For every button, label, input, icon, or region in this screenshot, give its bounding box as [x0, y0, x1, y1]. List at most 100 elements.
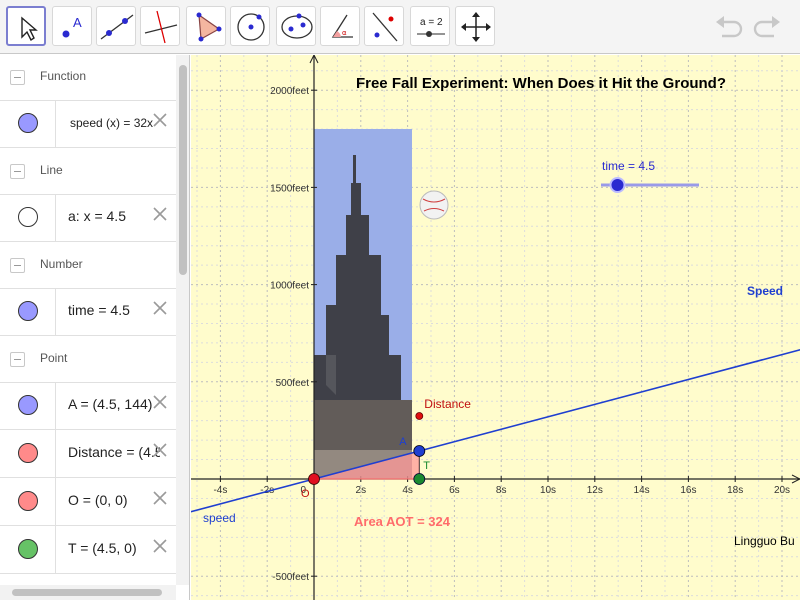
algebra-item-speed[interactable]: speed (x) = 32x [0, 100, 176, 148]
algebra-expression[interactable]: time = 4.5 [68, 302, 160, 318]
algebra-horizontal-scrollbar[interactable] [0, 585, 176, 600]
visibility-toggle-icon[interactable] [18, 113, 38, 133]
delete-icon[interactable] [152, 442, 168, 458]
delete-icon[interactable] [152, 206, 168, 222]
ellipse-icon [281, 13, 313, 39]
algebra-view: Function speed (x) = 32x Line a: x = 4.5… [0, 55, 190, 600]
undo-icon [716, 16, 743, 38]
collapse-function-icon[interactable] [10, 70, 25, 85]
x-tick-label: 2s [356, 485, 367, 496]
algebra-expression[interactable]: A = (4.5, 144) [68, 396, 160, 412]
point-icon: A [62, 15, 82, 38]
scrollbar-thumb[interactable] [179, 65, 187, 275]
visibility-toggle-icon[interactable] [18, 395, 38, 415]
area-label: Area AOT = 324 [354, 514, 451, 529]
algebra-expression[interactable]: Distance = (4.5, 324) [68, 444, 160, 460]
collapse-point-icon[interactable] [10, 352, 25, 367]
scrollbar-thumb[interactable] [12, 589, 162, 596]
collapse-line-icon[interactable] [10, 164, 25, 179]
category-function: Function [0, 55, 176, 101]
category-label: Line [40, 163, 63, 177]
algebra-item-point-o[interactable]: O = (0, 0) [0, 478, 176, 526]
polygon-tool-button[interactable] [186, 6, 226, 46]
undo-button[interactable] [714, 12, 744, 42]
visibility-toggle-icon[interactable] [18, 539, 38, 559]
category-label: Number [40, 257, 83, 271]
reflect-tool-button[interactable] [364, 6, 404, 46]
delete-icon[interactable] [152, 300, 168, 316]
x-tick-label: 6s [449, 485, 460, 496]
perpendicular-line-icon [144, 10, 178, 44]
line-tool-button[interactable] [96, 6, 136, 46]
slider-handle[interactable] [609, 177, 626, 193]
graphics-view[interactable]: -4s -2s 2s 4s 6s 8s 10s 12s 14s 16s 18s 20s -500feet… [191, 55, 800, 600]
redo-button[interactable] [752, 12, 782, 42]
x-tick-label: 12s [587, 485, 603, 496]
point-tool-label: A [73, 15, 82, 30]
author-label: Lingguo Bu [734, 534, 795, 548]
time-slider[interactable]: time = 4.5 [601, 159, 699, 193]
algebra-item-time[interactable]: time = 4.5 [0, 288, 176, 336]
x-tick-label: 20s [774, 485, 790, 496]
perpendicular-line-tool-button[interactable] [140, 6, 180, 46]
point-a[interactable] [413, 445, 426, 457]
category-label: Point [40, 351, 68, 365]
y-tick-label: 1500feet [270, 183, 309, 194]
point-a-label: A [399, 436, 407, 448]
x-tick-label: 16s [680, 485, 696, 496]
slider-tool-button[interactable]: a = 2 [410, 6, 450, 46]
algebra-expression[interactable]: O = (0, 0) [68, 492, 160, 508]
polygon-icon [196, 12, 222, 42]
circle-tool-button[interactable] [230, 6, 270, 46]
delete-icon[interactable] [152, 490, 168, 506]
algebra-expression[interactable]: T = (4.5, 0) [68, 540, 160, 556]
visibility-toggle-icon[interactable] [18, 301, 38, 321]
category-label: Function [40, 69, 87, 83]
move-tool-button[interactable] [6, 6, 46, 46]
y-tick-label: -500feet [272, 572, 309, 583]
graphics-canvas[interactable]: -4s -2s 2s 4s 6s 8s 10s 12s 14s 16s 18s 20s-500feet… [191, 55, 800, 600]
algebra-item-point-t[interactable]: T = (4.5, 0) [0, 526, 176, 574]
x-tick-label: 8s [496, 485, 507, 496]
baseball-icon [419, 190, 449, 220]
speed-line[interactable] [191, 292, 800, 516]
collapse-number-icon[interactable] [10, 258, 25, 273]
toolbar: A α a = 2 [0, 0, 800, 54]
graph-title: Free Fall Experiment: When Does it Hit t… [356, 75, 726, 92]
labels-layer: Free Fall Experiment: When Does it Hit t… [203, 75, 795, 548]
distance-label: Distance [424, 397, 471, 411]
algebra-item-distance[interactable]: Distance = (4.5, 324) [0, 430, 176, 478]
reflect-about-line-icon [372, 12, 398, 42]
ellipse-tool-button[interactable] [276, 6, 316, 46]
visibility-toggle-icon[interactable] [18, 491, 38, 511]
algebra-vertical-scrollbar[interactable] [176, 55, 189, 585]
move-arrows-icon [461, 12, 491, 42]
delete-icon[interactable] [152, 394, 168, 410]
point-o[interactable] [308, 473, 320, 485]
x-tick-label: 18s [727, 485, 743, 496]
move-graphics-view-button[interactable] [455, 6, 495, 46]
svg-text:α: α [342, 29, 347, 37]
visibility-toggle-icon[interactable] [18, 443, 38, 463]
algebra-expression[interactable]: a: x = 4.5 [68, 208, 160, 224]
algebra-expression[interactable]: speed (x) = 32x [70, 116, 162, 130]
delete-icon[interactable] [152, 112, 168, 128]
category-line: Line [0, 149, 176, 195]
cursor-arrow-icon [21, 16, 38, 42]
algebra-item-point-a[interactable]: A = (4.5, 144) [0, 382, 176, 430]
angle-tool-button[interactable]: α [320, 6, 360, 46]
point-t[interactable] [413, 473, 426, 485]
category-number: Number [0, 243, 176, 289]
algebra-item-line-a[interactable]: a: x = 4.5 [0, 194, 176, 242]
y-tick-label: 2000feet [270, 86, 309, 97]
point-tool-button[interactable]: A [52, 6, 92, 46]
delete-icon[interactable] [152, 538, 168, 554]
slider-label: time = 4.5 [602, 159, 655, 173]
x-tick-label: 10s [540, 485, 556, 496]
visibility-toggle-icon[interactable] [18, 207, 38, 227]
distance-point[interactable] [415, 412, 424, 420]
x-tick-label: 14s [634, 485, 650, 496]
point-t-label: T [423, 460, 430, 472]
redo-icon [753, 16, 780, 38]
point-o-label: O [301, 488, 310, 500]
